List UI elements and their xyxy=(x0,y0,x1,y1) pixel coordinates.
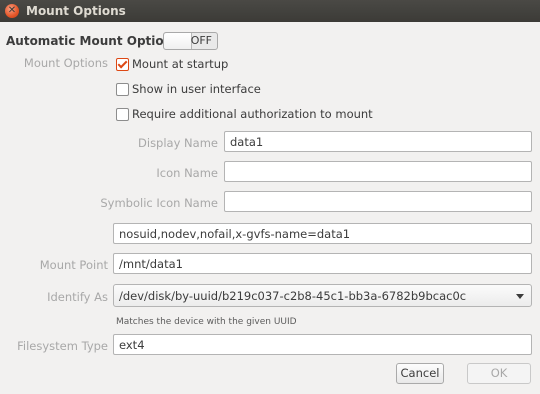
automatic-mount-toggle[interactable]: OFF xyxy=(163,32,218,50)
mount-at-startup-label[interactable]: Mount at startup xyxy=(132,57,228,71)
mount-options-label: Mount Options xyxy=(23,56,108,70)
require-auth-checkbox[interactable] xyxy=(116,108,129,121)
symbolic-icon-name-label: Symbolic Icon Name xyxy=(100,196,218,210)
automatic-mount-options-heading: Automatic Mount Options xyxy=(6,34,180,48)
filesystem-type-label: Filesystem Type xyxy=(17,339,108,353)
identify-as-dropdown[interactable]: /dev/disk/by-uuid/b219c037-c2b8-45c1-bb3… xyxy=(113,284,532,307)
mount-options-string-input[interactable]: nosuid,nodev,nofail,x-gvfs-name=data1 xyxy=(113,223,532,244)
show-in-ui-label[interactable]: Show in user interface xyxy=(132,82,261,96)
filesystem-type-input[interactable]: ext4 xyxy=(113,334,532,355)
display-name-input[interactable]: data1 xyxy=(224,131,532,152)
mount-point-label: Mount Point xyxy=(39,258,108,272)
cancel-button[interactable]: Cancel xyxy=(396,363,444,384)
identify-as-value: /dev/disk/by-uuid/b219c037-c2b8-45c1-bb3… xyxy=(119,289,467,303)
mount-options-dialog: ✕ Mount Options Automatic Mount Options … xyxy=(0,0,540,394)
ok-button[interactable]: OK xyxy=(467,363,531,384)
show-in-ui-checkbox[interactable] xyxy=(116,83,129,96)
symbolic-icon-name-input[interactable] xyxy=(224,191,532,212)
icon-name-label: Icon Name xyxy=(156,166,218,180)
identify-as-hint: Matches the device with the given UUID xyxy=(116,317,297,327)
display-name-label: Display Name xyxy=(138,136,218,150)
mount-point-input[interactable]: /mnt/data1 xyxy=(113,253,532,274)
mount-at-startup-checkbox[interactable] xyxy=(116,58,129,71)
chevron-down-icon[interactable] xyxy=(516,294,524,299)
window-title: Mount Options xyxy=(26,4,126,18)
icon-name-input[interactable] xyxy=(224,161,532,182)
identify-as-label: Identify As xyxy=(47,290,108,304)
title-bar: ✕ Mount Options xyxy=(0,0,540,22)
toggle-knob[interactable] xyxy=(164,33,192,49)
close-icon[interactable]: ✕ xyxy=(5,4,19,18)
require-auth-label[interactable]: Require additional authorization to moun… xyxy=(132,107,373,121)
toggle-state-label: OFF xyxy=(190,34,212,47)
